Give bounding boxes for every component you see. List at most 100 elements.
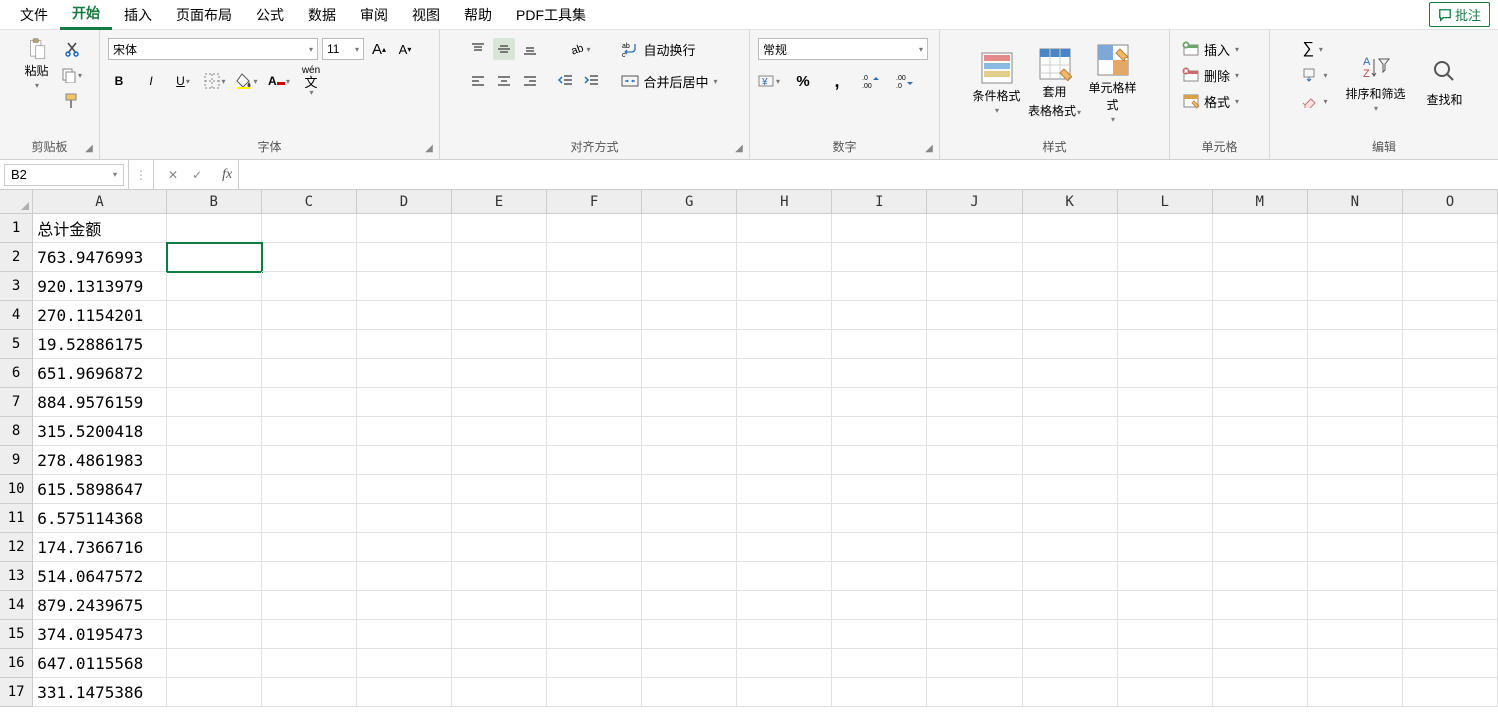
cell[interactable] — [832, 272, 927, 301]
column-header[interactable]: K — [1023, 190, 1118, 214]
cell[interactable] — [357, 243, 452, 272]
cell[interactable] — [1308, 330, 1403, 359]
cell[interactable] — [1403, 243, 1498, 272]
cell[interactable] — [452, 272, 547, 301]
cell[interactable] — [1118, 504, 1213, 533]
cell[interactable] — [1308, 562, 1403, 591]
cell[interactable] — [1403, 359, 1498, 388]
cancel-icon[interactable]: ✕ — [168, 168, 178, 182]
column-header[interactable]: L — [1118, 190, 1213, 214]
menu-help[interactable]: 帮助 — [452, 1, 504, 29]
cell[interactable]: 651.9696872 — [33, 359, 166, 388]
cell[interactable]: 174.7366716 — [33, 533, 166, 562]
cell[interactable] — [357, 272, 452, 301]
row-header[interactable]: 5 — [0, 330, 33, 359]
cut-button[interactable] — [61, 38, 83, 60]
cell[interactable] — [737, 591, 832, 620]
cell[interactable] — [737, 620, 832, 649]
cell[interactable] — [1403, 417, 1498, 446]
format-as-table-button[interactable]: 套用 表格格式▾ — [1028, 38, 1082, 128]
cell[interactable] — [262, 330, 357, 359]
name-box[interactable]: B2 ▾ — [4, 164, 124, 186]
cell[interactable]: 19.52886175 — [33, 330, 166, 359]
cell[interactable] — [1118, 533, 1213, 562]
dialog-launcher-icon[interactable]: ◢ — [423, 143, 435, 155]
cell[interactable] — [642, 504, 737, 533]
underline-button[interactable]: U▾ — [172, 70, 194, 92]
cell[interactable] — [927, 649, 1022, 678]
cell[interactable]: 763.9476993 — [33, 243, 166, 272]
cell[interactable] — [1403, 620, 1498, 649]
cell[interactable] — [832, 475, 927, 504]
cell[interactable] — [262, 591, 357, 620]
cell[interactable] — [642, 359, 737, 388]
cell[interactable]: 374.0195473 — [33, 620, 166, 649]
column-header[interactable]: I — [832, 190, 927, 214]
cell[interactable] — [167, 243, 262, 272]
cell[interactable] — [832, 388, 927, 417]
cell[interactable] — [737, 301, 832, 330]
cell[interactable] — [547, 359, 642, 388]
row-header[interactable]: 6 — [0, 359, 33, 388]
cell[interactable] — [1213, 533, 1308, 562]
cell[interactable] — [167, 678, 262, 707]
cell[interactable] — [1403, 562, 1498, 591]
row-header[interactable]: 17 — [0, 678, 33, 707]
menu-home[interactable]: 开始 — [60, 0, 112, 30]
cell[interactable] — [547, 272, 642, 301]
merge-center-button[interactable]: 合并后居中 ▾ — [617, 70, 721, 92]
cell[interactable] — [357, 533, 452, 562]
cell[interactable] — [832, 214, 927, 243]
cell[interactable] — [547, 591, 642, 620]
cell[interactable] — [832, 533, 927, 562]
cell[interactable] — [167, 591, 262, 620]
cell[interactable] — [1308, 243, 1403, 272]
cell[interactable] — [642, 620, 737, 649]
cell[interactable] — [1308, 272, 1403, 301]
cell[interactable] — [357, 678, 452, 707]
cell[interactable] — [1118, 446, 1213, 475]
cell[interactable] — [547, 417, 642, 446]
increase-indent-button[interactable] — [581, 70, 603, 92]
cell[interactable] — [1213, 620, 1308, 649]
column-header[interactable]: G — [642, 190, 737, 214]
cell[interactable] — [642, 272, 737, 301]
cell[interactable] — [1023, 533, 1118, 562]
row-header[interactable]: 13 — [0, 562, 33, 591]
cell[interactable] — [452, 562, 547, 591]
cell[interactable] — [927, 475, 1022, 504]
row-header[interactable]: 2 — [0, 243, 33, 272]
cell[interactable] — [547, 446, 642, 475]
cell[interactable] — [167, 330, 262, 359]
cell[interactable] — [1023, 359, 1118, 388]
cell[interactable] — [452, 330, 547, 359]
cell[interactable] — [167, 649, 262, 678]
cell[interactable] — [547, 678, 642, 707]
cell[interactable] — [262, 214, 357, 243]
menu-pdftools[interactable]: PDF工具集 — [504, 1, 598, 29]
cell[interactable] — [1118, 272, 1213, 301]
cell[interactable] — [737, 678, 832, 707]
cell[interactable] — [832, 417, 927, 446]
dialog-launcher-icon[interactable]: ◢ — [733, 143, 745, 155]
cell[interactable]: 615.5898647 — [33, 475, 166, 504]
cell[interactable] — [737, 330, 832, 359]
menu-insert[interactable]: 插入 — [112, 1, 164, 29]
cell[interactable] — [167, 214, 262, 243]
autosum-button[interactable]: ∑▾ — [1298, 38, 1326, 60]
cell[interactable] — [547, 388, 642, 417]
cell[interactable]: 884.9576159 — [33, 388, 166, 417]
cell[interactable] — [1308, 214, 1403, 243]
cell[interactable] — [262, 504, 357, 533]
cell[interactable] — [167, 504, 262, 533]
cell[interactable] — [167, 620, 262, 649]
cell[interactable] — [452, 678, 547, 707]
cell[interactable] — [262, 301, 357, 330]
cell[interactable] — [642, 301, 737, 330]
cell[interactable] — [642, 417, 737, 446]
cell[interactable] — [737, 649, 832, 678]
cell[interactable] — [1213, 301, 1308, 330]
cell[interactable] — [832, 591, 927, 620]
cell[interactable] — [642, 214, 737, 243]
cell[interactable] — [357, 620, 452, 649]
